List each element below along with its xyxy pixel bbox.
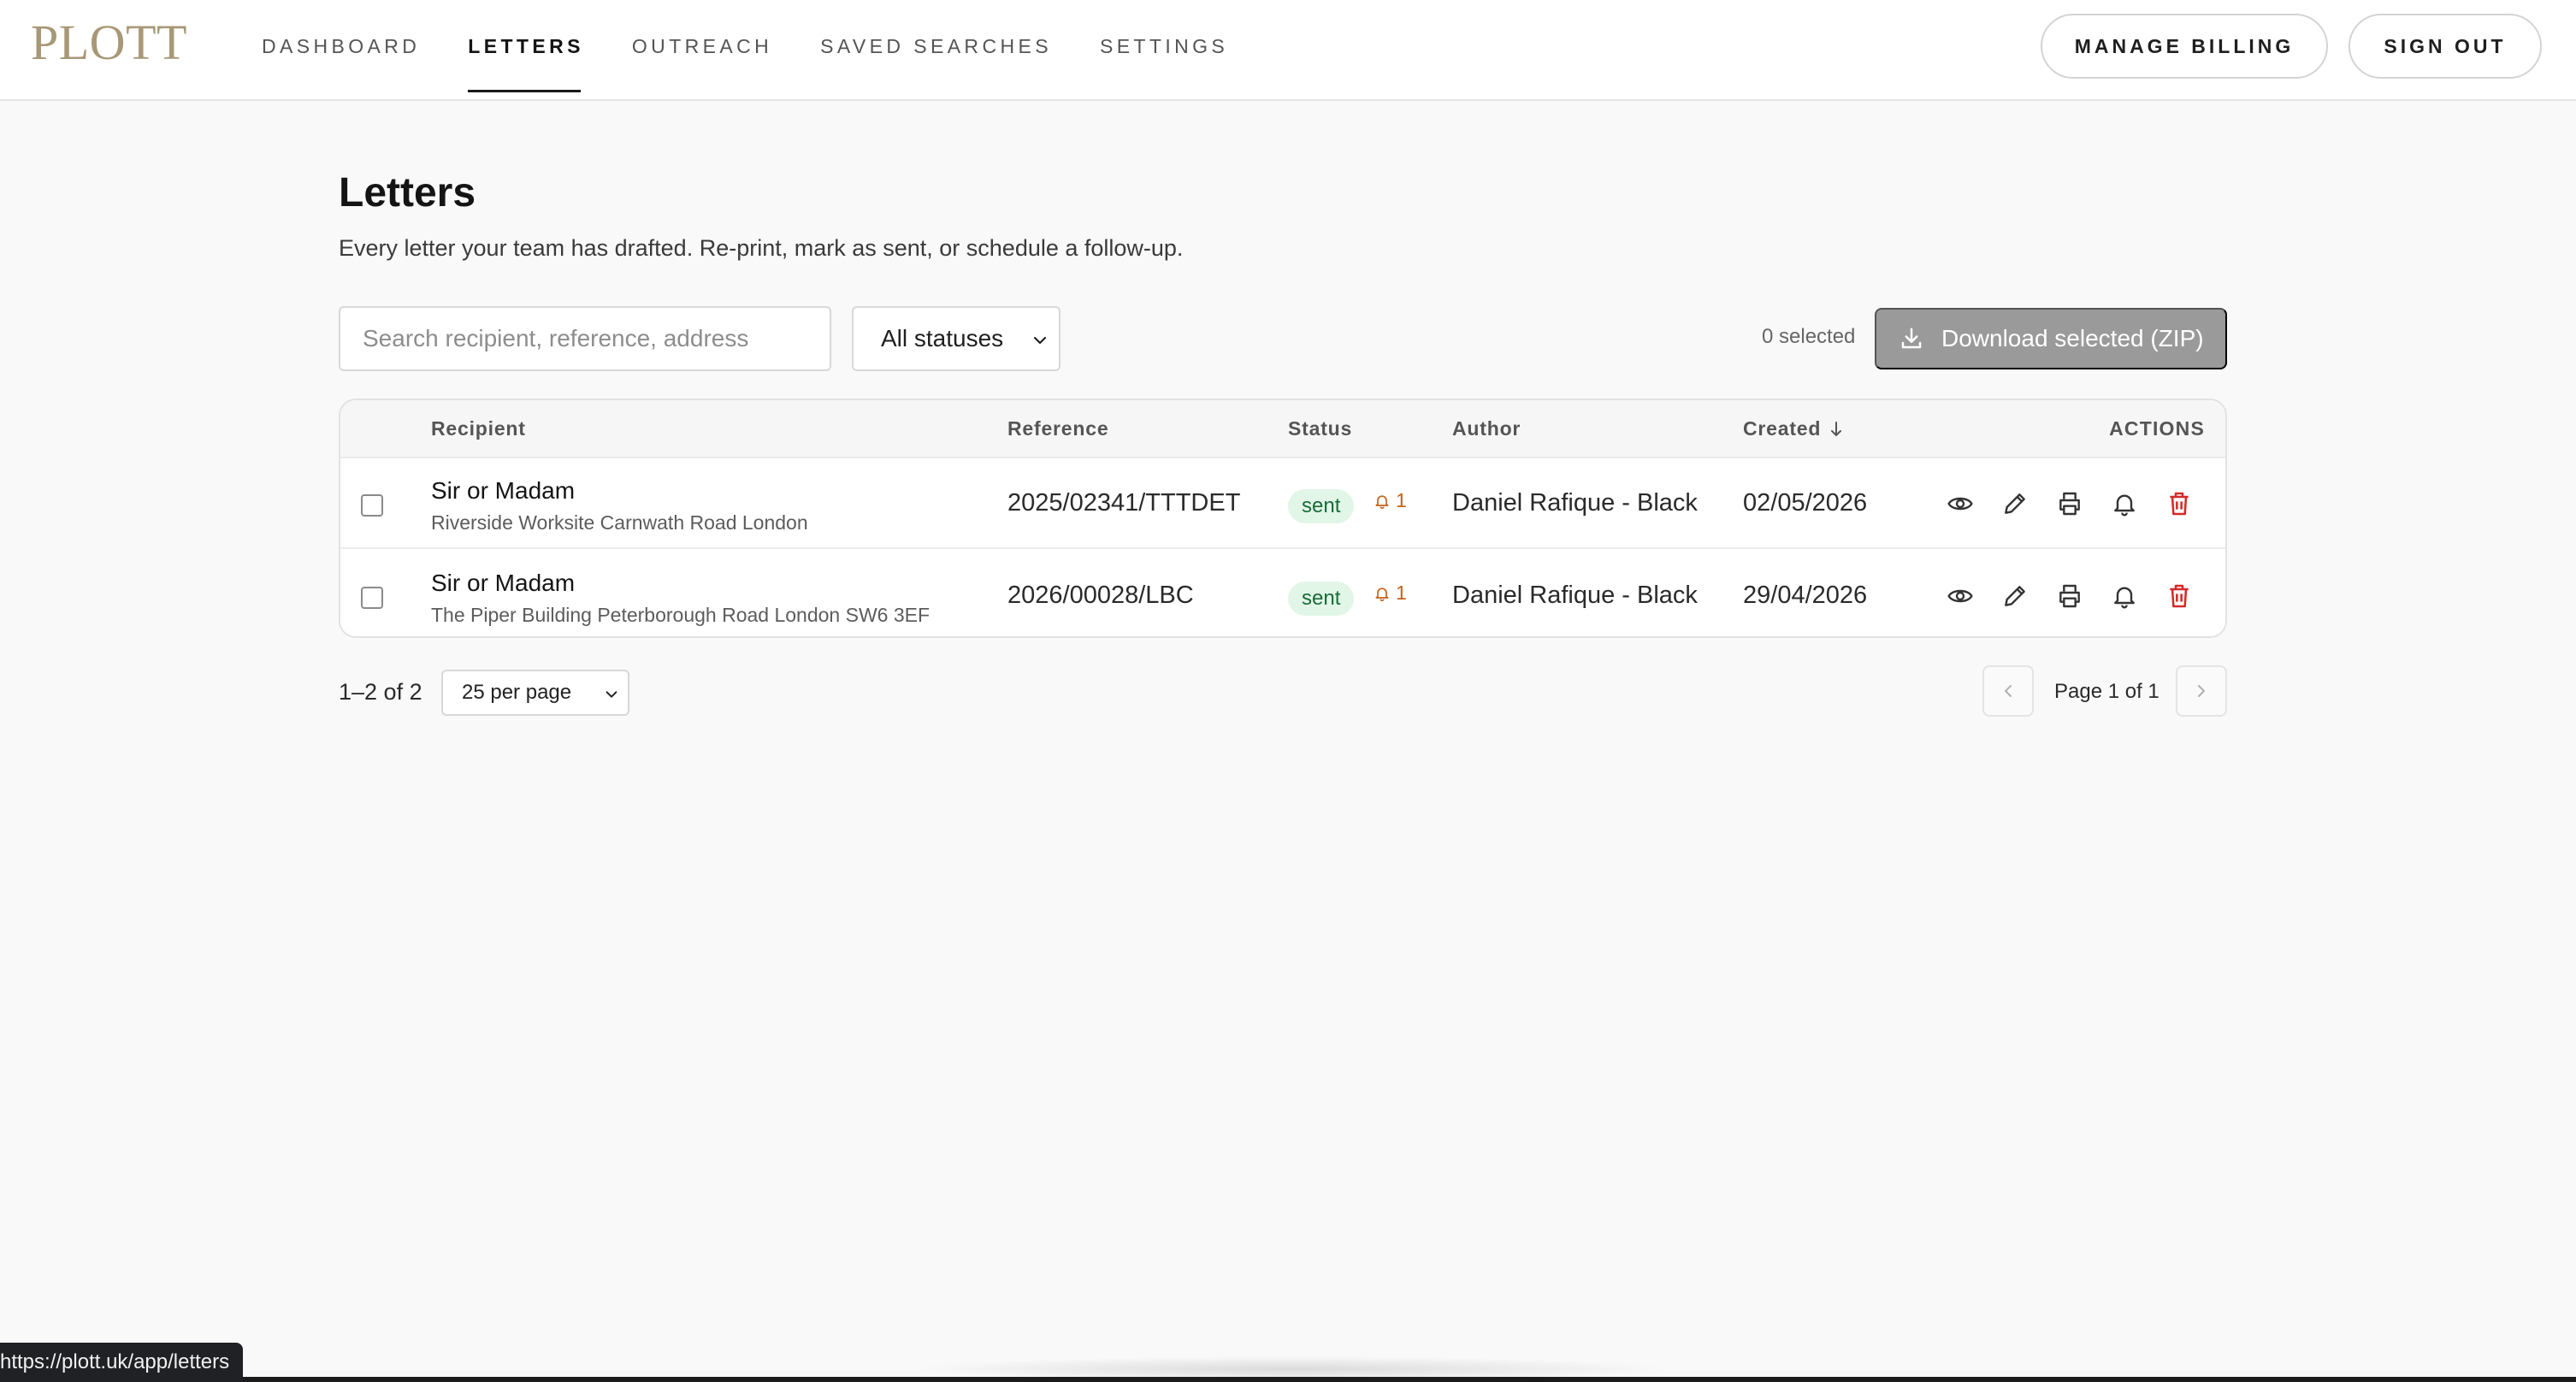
download-icon bbox=[1901, 328, 1922, 349]
trash-icon[interactable] bbox=[2165, 582, 2193, 610]
manage-billing-button[interactable]: MANAGE BILLING bbox=[2041, 14, 2328, 79]
followup-indicator[interactable]: 1 bbox=[1374, 582, 1407, 605]
bell-small-icon bbox=[1375, 587, 1389, 601]
search-input[interactable] bbox=[339, 306, 831, 371]
followup-count: 1 bbox=[1396, 489, 1407, 511]
sort-arrow-down-icon bbox=[1831, 421, 1842, 436]
created-date: 29/04/2026 bbox=[1743, 582, 1868, 609]
col-created-label: Created bbox=[1743, 417, 1822, 440]
per-page-value: 25 per page bbox=[462, 681, 572, 704]
table-header: Recipient Reference Status Author Create… bbox=[340, 400, 2225, 458]
page-subtitle: Every letter your team has drafted. Re-p… bbox=[339, 235, 1184, 261]
eye-icon[interactable] bbox=[1947, 490, 1974, 517]
pencil-icon[interactable] bbox=[2001, 582, 2029, 610]
results-range: 1–2 of 2 bbox=[339, 679, 422, 705]
table-row[interactable]: Sir or Madam The Piper Building Peterbor… bbox=[340, 551, 2225, 636]
chevron-down-icon bbox=[1033, 336, 1047, 345]
top-bar: PLOTT DASHBOARD LETTERS OUTREACH SAVED S… bbox=[0, 0, 2576, 101]
nav-dashboard[interactable]: DASHBOARD bbox=[262, 0, 420, 101]
status-filter-select[interactable]: All statuses bbox=[852, 306, 1061, 371]
col-author[interactable]: Author bbox=[1452, 417, 1521, 440]
row-checkbox[interactable] bbox=[361, 494, 383, 517]
link-status-url: https://plott.uk/app/letters bbox=[0, 1343, 244, 1382]
printer-icon[interactable] bbox=[2056, 582, 2083, 610]
sign-out-button[interactable]: SIGN OUT bbox=[2349, 14, 2542, 79]
per-page-select[interactable]: 25 per page bbox=[441, 670, 629, 716]
download-selected-label: Download selected (ZIP) bbox=[1941, 325, 2204, 351]
nav-outreach[interactable]: OUTREACH bbox=[632, 0, 772, 101]
nav-settings[interactable]: SETTINGS bbox=[1100, 0, 1228, 101]
chevron-right-icon bbox=[2198, 685, 2205, 697]
recipient-name: Sir or Madam bbox=[431, 570, 576, 596]
author: Daniel Rafique - Black bbox=[1452, 582, 1698, 609]
letters-table: Recipient Reference Status Author Create… bbox=[339, 399, 2227, 638]
previous-page-button[interactable] bbox=[1982, 665, 2034, 717]
chevron-down-icon bbox=[606, 691, 617, 698]
col-created[interactable]: Created bbox=[1743, 417, 1845, 440]
eye-icon[interactable] bbox=[1947, 582, 1974, 610]
window-bottom-edge bbox=[0, 1377, 2576, 1382]
col-recipient[interactable]: Recipient bbox=[431, 417, 526, 440]
plott-logo[interactable]: PLOTT bbox=[31, 17, 187, 68]
reference: 2025/02341/TTTDET bbox=[1007, 489, 1241, 517]
status-filter-value: All statuses bbox=[881, 325, 1004, 351]
col-reference[interactable]: Reference bbox=[1007, 417, 1108, 440]
download-selected-button[interactable]: Download selected (ZIP) bbox=[1875, 308, 2227, 369]
row-checkbox[interactable] bbox=[361, 587, 383, 609]
bell-icon[interactable] bbox=[2111, 490, 2138, 517]
status-badge: sent bbox=[1288, 489, 1355, 523]
page-indicator: Page 1 of 1 bbox=[2054, 680, 2159, 703]
main-nav: DASHBOARD LETTERS OUTREACH SAVED SEARCHE… bbox=[262, 0, 1276, 101]
col-status[interactable]: Status bbox=[1288, 417, 1352, 440]
bell-icon[interactable] bbox=[2111, 582, 2138, 610]
author: Daniel Rafique - Black bbox=[1452, 489, 1698, 517]
status-badge: sent bbox=[1288, 582, 1355, 616]
nav-letters[interactable]: LETTERS bbox=[468, 0, 584, 101]
table-row[interactable]: Sir or Madam Riverside Worksite Carnwath… bbox=[340, 458, 2225, 549]
col-actions: ACTIONS bbox=[2109, 417, 2205, 440]
recipient-address: Riverside Worksite Carnwath Road London bbox=[431, 511, 808, 534]
selected-count: 0 selected bbox=[1762, 325, 1856, 348]
reference: 2026/00028/LBC bbox=[1007, 582, 1194, 609]
recipient-address: The Piper Building Peterborough Road Lon… bbox=[431, 604, 931, 626]
bell-small-icon bbox=[1375, 494, 1389, 509]
followup-indicator[interactable]: 1 bbox=[1374, 489, 1407, 512]
chevron-left-icon bbox=[2005, 685, 2012, 697]
next-page-button[interactable] bbox=[2176, 665, 2227, 717]
page-title: Letters bbox=[339, 170, 476, 216]
created-date: 02/05/2026 bbox=[1743, 489, 1868, 517]
followup-count: 1 bbox=[1396, 582, 1407, 604]
recipient-name: Sir or Madam bbox=[431, 477, 576, 504]
pencil-icon[interactable] bbox=[2001, 490, 2029, 517]
nav-saved-searches[interactable]: SAVED SEARCHES bbox=[820, 0, 1052, 101]
printer-icon[interactable] bbox=[2056, 490, 2083, 517]
trash-icon[interactable] bbox=[2165, 490, 2193, 517]
